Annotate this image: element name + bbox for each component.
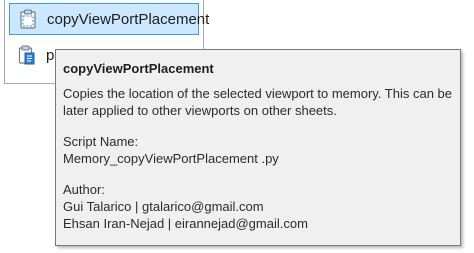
script-name-label: Script Name: [63, 134, 139, 149]
script-name-value: Memory_copyViewPortPlacement .py [63, 151, 279, 166]
tooltip-author-section: Author: Gui Talarico | gtalarico@gmail.c… [63, 181, 453, 232]
paste-icon [17, 44, 37, 66]
tooltip: copyViewPortPlacement Copies the locatio… [55, 49, 461, 246]
tooltip-description: Copies the location of the selected view… [63, 86, 452, 118]
author-line: Gui Talarico | gtalarico@gmail.com [63, 199, 264, 214]
clipboard-icon [18, 8, 38, 30]
tooltip-title: copyViewPortPlacement [63, 61, 214, 76]
author-line: Ehsan Iran-Nejad | eirannejad@gmail.com [63, 216, 308, 231]
author-label: Author: [63, 182, 105, 197]
tooltip-script-section: Script Name: Memory_copyViewPortPlacemen… [63, 133, 453, 167]
screen: copyViewPortPlacement pa copyViewPortPla… [0, 0, 474, 253]
menu-item-copy-viewport-placement[interactable]: copyViewPortPlacement [9, 3, 209, 35]
menu-item-label: copyViewPortPlacement [47, 10, 210, 28]
